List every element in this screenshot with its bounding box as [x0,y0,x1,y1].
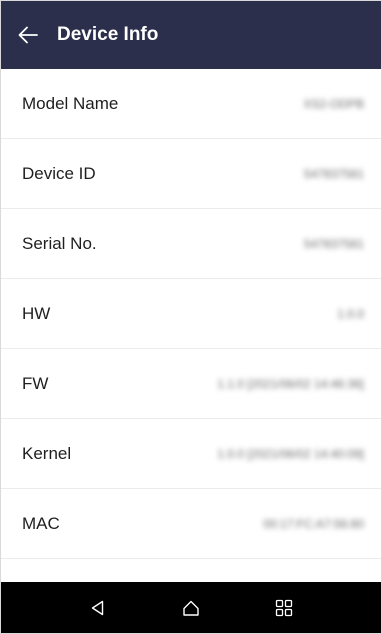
info-row-kernel[interactable]: Kernel 1.0.0 [2021/06/02 14:40:09] [1,419,381,489]
nav-home-button[interactable] [161,582,221,633]
triangle-back-icon [91,600,103,615]
info-label: Serial No. [22,233,97,253]
page-title: Device Info [57,24,159,45]
home-icon [183,600,199,616]
info-label: FW [22,373,49,393]
info-label: HW [22,303,51,323]
info-value: XS2-ODPB [303,96,364,111]
info-label: MAC [22,513,60,533]
info-value: 1.0.0 [2021/06/02 14:40:09] [217,446,364,461]
info-value: 1.1.0 [2021/06/02 14:46:36] [217,376,364,391]
info-row-hw[interactable]: HW 1.0.0 [1,279,381,349]
info-list: Model Name XS2-ODPB Device ID 547837581 … [1,69,381,559]
info-label: Model Name [22,93,119,113]
arrow-left-icon [18,26,38,44]
info-label: Kernel [22,443,72,463]
info-row-device-id[interactable]: Device ID 547837581 [1,139,381,209]
info-row-serial-no[interactable]: Serial No. 547837581 [1,209,381,279]
info-label: Device ID [22,163,96,183]
device-info-screen: Device Info Model Name XS2-ODPB Device I… [0,0,382,634]
nav-back-button[interactable] [68,582,128,633]
app-header: Device Info [1,1,381,69]
info-value: 547837581 [303,236,364,251]
info-row-mac[interactable]: MAC 00:17:FC:A7:56:80 [1,489,381,559]
info-row-model-name[interactable]: Model Name XS2-ODPB [1,69,381,139]
back-button[interactable] [5,1,51,69]
system-nav-bar [1,582,381,633]
info-value: 547837581 [303,166,364,181]
nav-recents-button[interactable] [254,582,314,633]
info-row-fw[interactable]: FW 1.1.0 [2021/06/02 14:46:36] [1,349,381,419]
grid-recents-icon [276,599,293,616]
info-value: 1.0.0 [337,306,364,321]
info-value: 00:17:FC:A7:56:80 [263,516,364,531]
